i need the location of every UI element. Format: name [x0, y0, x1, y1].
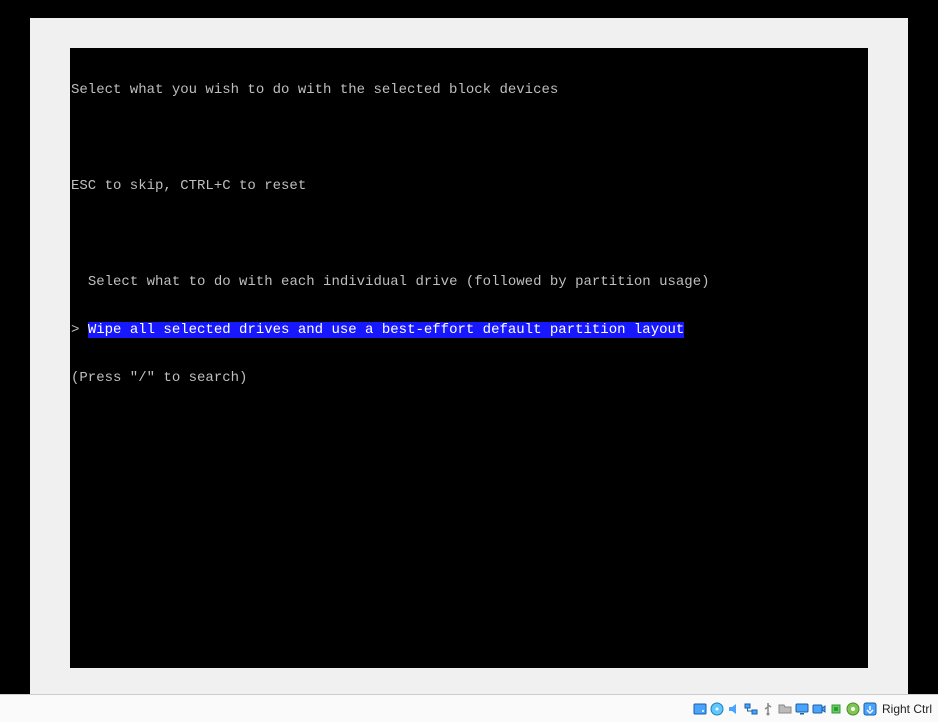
cursor-marker: >: [71, 322, 79, 338]
prompt-title: Select what you wish to do with the sele…: [71, 82, 868, 98]
audio-icon[interactable]: [726, 701, 742, 717]
menu-item-wipe-default[interactable]: Wipe all selected drives and use a best-…: [88, 322, 685, 338]
blank-line: [71, 130, 868, 146]
vm-statusbar: Right Ctrl: [0, 694, 938, 722]
display-icon[interactable]: [794, 701, 810, 717]
terminal-screen[interactable]: Select what you wish to do with the sele…: [70, 48, 868, 668]
optical-disc-icon[interactable]: [709, 701, 725, 717]
keyboard-capture-icon[interactable]: [862, 701, 878, 717]
mouse-integration-icon[interactable]: [845, 701, 861, 717]
shared-folder-icon[interactable]: [777, 701, 793, 717]
usb-icon[interactable]: [760, 701, 776, 717]
recording-icon[interactable]: [811, 701, 827, 717]
vm-guest-window: Select what you wish to do with the sele…: [30, 18, 908, 694]
network-icon[interactable]: [743, 701, 759, 717]
search-hint: (Press "/" to search): [71, 370, 868, 386]
host-key-label: Right Ctrl: [882, 702, 932, 716]
menu-item-individual-drive[interactable]: Select what to do with each individual d…: [88, 274, 710, 290]
menu-line-0[interactable]: Select what to do with each individual d…: [71, 274, 868, 290]
hint-line: ESC to skip, CTRL+C to reset: [71, 178, 868, 194]
blank-line: [71, 226, 868, 242]
cpu-icon[interactable]: [828, 701, 844, 717]
harddisk-icon[interactable]: [692, 701, 708, 717]
menu-line-1[interactable]: > Wipe all selected drives and use a bes…: [71, 322, 868, 338]
